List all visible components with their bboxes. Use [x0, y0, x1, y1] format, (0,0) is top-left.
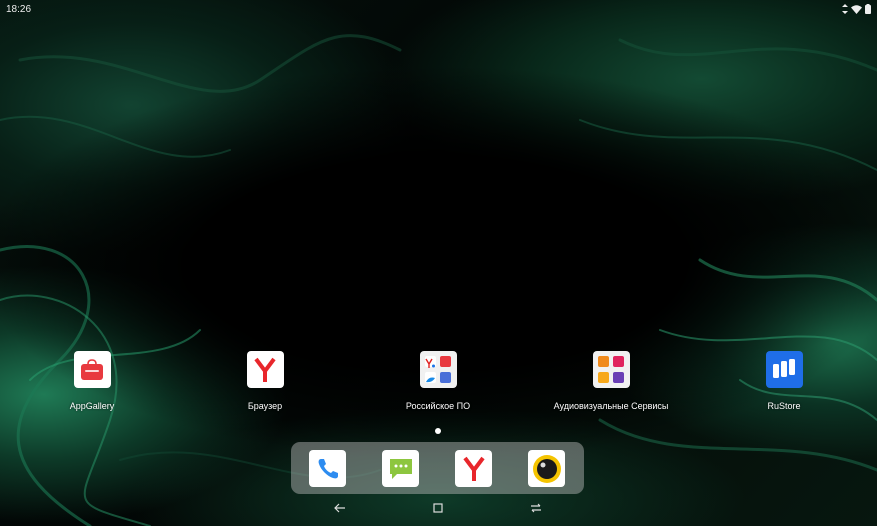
app-label: Российское ПО [405, 401, 471, 411]
app-mini-icon [440, 356, 452, 368]
appgallery-icon [73, 351, 111, 388]
app-mini-icon [613, 371, 625, 383]
data-arrows-icon [842, 4, 848, 14]
folder-russian-software[interactable]: Российское ПО [358, 351, 518, 411]
recents-icon[interactable] [529, 501, 543, 515]
app-mini-icon [613, 356, 625, 368]
app-mini-icon [597, 356, 609, 368]
navigation-bar [0, 497, 877, 519]
app-browser[interactable]: Браузер [185, 351, 345, 411]
app-label: AppGallery [69, 401, 115, 411]
app-appgallery[interactable]: AppGallery [12, 351, 172, 411]
yandex-browser-icon[interactable] [455, 450, 492, 487]
back-icon[interactable] [333, 501, 347, 515]
wifi-icon [851, 4, 862, 14]
yandex-browser-icon [246, 351, 284, 388]
app-label: RuStore [767, 401, 801, 411]
rustore-icon [765, 351, 803, 388]
status-bar: 18:26 [0, 0, 877, 18]
app-label: Браузер [247, 401, 283, 411]
folder-icon [592, 351, 630, 388]
weather-mini-icon [424, 371, 436, 383]
app-mini-icon [440, 371, 452, 383]
page-indicator[interactable] [435, 428, 441, 434]
yandex-mini-icon [424, 356, 436, 369]
battery-icon [865, 4, 871, 14]
camera-icon[interactable] [528, 450, 565, 487]
phone-icon[interactable] [309, 450, 346, 487]
home-icon[interactable] [431, 501, 445, 515]
status-icons [842, 4, 871, 14]
app-mini-icon [597, 371, 609, 383]
app-label: Аудиовизуальные Сервисы [553, 401, 669, 411]
folder-audiovisual-services[interactable]: Аудиовизуальные Сервисы [531, 351, 691, 411]
app-rustore[interactable]: RuStore [704, 351, 864, 411]
folder-icon [419, 351, 457, 388]
status-clock: 18:26 [6, 3, 32, 15]
messages-icon[interactable] [382, 450, 419, 487]
dock [291, 442, 584, 494]
